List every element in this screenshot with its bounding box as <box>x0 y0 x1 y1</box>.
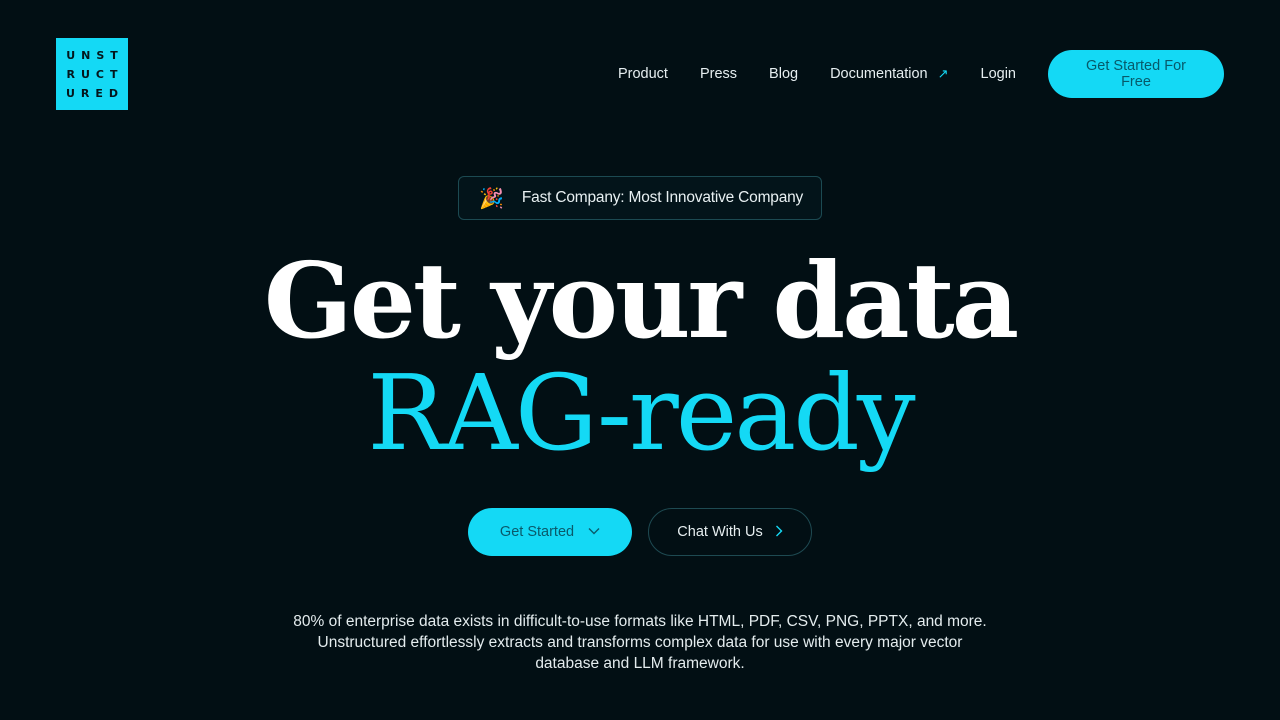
nav-documentation[interactable]: Documentation ↗ <box>830 66 948 82</box>
chevron-right-icon <box>775 524 783 540</box>
hero-description: 80% of enterprise data exists in difficu… <box>240 611 1040 674</box>
nav-documentation-label: Documentation <box>830 66 928 82</box>
logo-line: UNST <box>66 48 124 62</box>
headline-line-2: RAG-ready <box>367 352 915 474</box>
nav-product[interactable]: Product <box>618 66 668 82</box>
get-started-label: Get Started <box>499 524 575 540</box>
external-arrow-icon: ↗ <box>937 66 949 81</box>
chat-with-us-button[interactable]: Chat With Us <box>648 508 812 556</box>
chevron-down-icon <box>588 526 600 538</box>
hero-buttons: Get Started Chat With Us <box>468 508 812 556</box>
description-line: Unstructured effortlessly extracts and t… <box>317 634 963 651</box>
unstructured-logo[interactable]: UNST RUCT URED <box>56 38 128 110</box>
nav-blog[interactable]: Blog <box>769 66 798 82</box>
landing-page: UNST RUCT URED Product Press Blog Docume… <box>0 0 1280 720</box>
chat-with-us-label: Chat With Us <box>677 524 763 540</box>
description-line: database and LLM framework. <box>535 655 745 672</box>
badge-text: Fast Company: Most Innovative Company <box>521 189 804 206</box>
logo-line: URED <box>65 86 125 100</box>
get-started-for-free-button[interactable]: Get Started For Free <box>1048 50 1224 98</box>
top-navigation: Product Press Blog Documentation ↗ Login… <box>618 50 1224 98</box>
get-started-button[interactable]: Get Started <box>468 508 632 556</box>
hero-headline: Get your data RAG-ready <box>0 239 1280 474</box>
headline-line-1: Get your data <box>263 239 1019 362</box>
logo-line: RUCT <box>66 67 124 81</box>
party-popper-icon: 🎉 <box>479 187 504 210</box>
nav-login[interactable]: Login <box>981 66 1016 82</box>
description-line: 80% of enterprise data exists in difficu… <box>293 613 987 630</box>
nav-press[interactable]: Press <box>700 66 737 82</box>
award-badge[interactable]: 🎉 Fast Company: Most Innovative Company <box>458 176 822 220</box>
